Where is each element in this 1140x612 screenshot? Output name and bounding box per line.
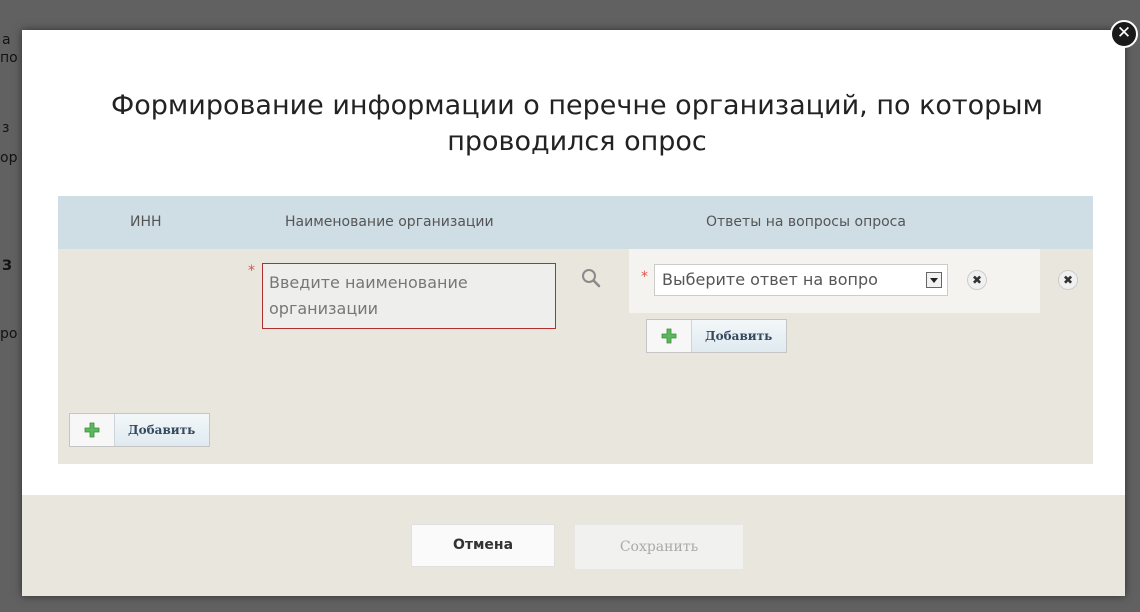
close-icon[interactable]: ✕ [1110, 20, 1138, 48]
column-header-inn: ИНН [130, 214, 162, 230]
column-header-answers: Ответы на вопросы опроса [706, 214, 906, 230]
chevron-down-icon[interactable] [926, 272, 942, 288]
plus-icon [647, 320, 691, 352]
required-mark: * [641, 269, 648, 285]
answers-cell: * Выберите ответ на вопро ✖ Добавить [629, 249, 1040, 373]
dialog-footer: Отмена Сохранить [22, 495, 1125, 596]
plus-icon [70, 414, 114, 446]
answer-select[interactable]: Выберите ответ на вопро [654, 264, 948, 296]
search-icon[interactable] [581, 268, 601, 288]
table-add-row-area: Добавить [58, 403, 1093, 464]
add-row-button[interactable]: Добавить [69, 413, 211, 447]
table-row: * Введите наименование организации * Выб… [58, 249, 1093, 403]
answer-select-value: Выберите ответ на вопро [662, 270, 878, 289]
table-header: ИНН Наименование организации Ответы на в… [58, 196, 1093, 249]
add-answer-button[interactable]: Добавить [646, 319, 788, 353]
organization-name-input[interactable]: Введите наименование организации [262, 263, 556, 329]
dialog: Формирование информации о перечне органи… [22, 30, 1125, 596]
organizations-table: ИНН Наименование организации Ответы на в… [58, 196, 1093, 464]
remove-row-button[interactable]: ✖ [1058, 270, 1078, 290]
required-mark: * [248, 263, 255, 279]
remove-answer-button[interactable]: ✖ [967, 270, 987, 290]
dialog-title: Формирование информации о перечне органи… [111, 90, 1043, 157]
add-row-label: Добавить [114, 414, 210, 446]
save-button[interactable]: Сохранить [574, 524, 744, 570]
cancel-button[interactable]: Отмена [411, 524, 555, 567]
column-header-name: Наименование организации [285, 214, 494, 230]
add-answer-label: Добавить [691, 320, 787, 352]
answers-add-area: Добавить [629, 313, 1040, 373]
